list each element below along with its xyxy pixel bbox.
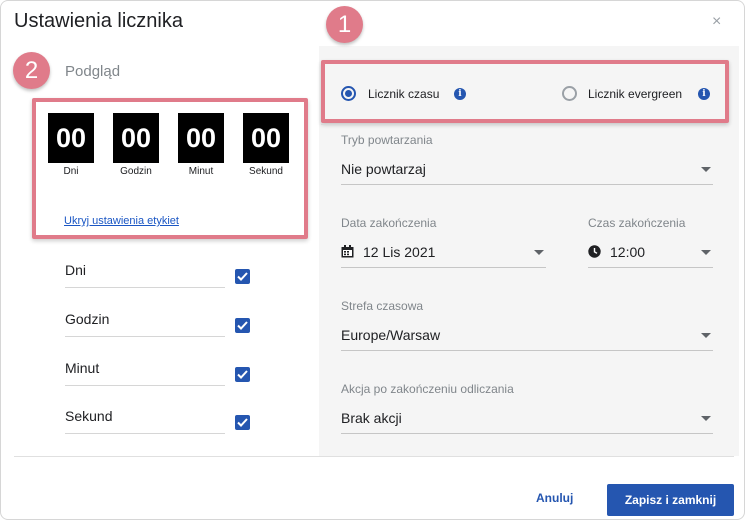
end-date-select[interactable]: 12 Lis 2021 (341, 240, 546, 268)
end-time-label: Czas zakończenia (588, 216, 686, 230)
seconds-digits: 00 (243, 113, 289, 163)
seconds-unit-label: Sekund (249, 166, 283, 177)
time-counter-radio[interactable] (341, 86, 356, 101)
end-date-value: 12 Lis 2021 (363, 244, 436, 260)
days-label-checkbox[interactable] (235, 269, 250, 284)
clock-icon (588, 245, 601, 258)
minutes-label-checkbox[interactable] (235, 367, 250, 382)
repeat-mode-select[interactable]: Nie powtarzaj (341, 157, 713, 185)
check-icon (237, 321, 248, 330)
callout-badge-2: 2 (13, 52, 50, 89)
after-action-label: Akcja po zakończeniu odliczania (341, 382, 514, 396)
hours-label-checkbox[interactable] (235, 318, 250, 333)
days-digits: 00 (48, 113, 94, 163)
end-date-label: Data zakończenia (341, 216, 437, 230)
time-counter-info-icon[interactable]: i (454, 88, 466, 100)
chevron-down-icon (701, 250, 711, 255)
after-action-value: Brak akcji (341, 410, 402, 426)
cancel-button[interactable]: Anuluj (536, 491, 573, 505)
timezone-label: Strefa czasowa (341, 299, 424, 313)
chevron-down-icon (534, 250, 544, 255)
repeat-mode-label: Tryb powtarzania (341, 133, 433, 147)
hide-label-settings-link[interactable]: Ukryj ustawienia etykiet (64, 215, 179, 227)
repeat-mode-value: Nie powtarzaj (341, 161, 426, 177)
evergreen-counter-info-icon[interactable]: i (698, 88, 710, 100)
label-field-seconds[interactable]: Sekund (65, 408, 225, 434)
days-unit-label: Dni (63, 166, 79, 177)
save-and-close-button[interactable]: Zapisz i zamknij (607, 484, 734, 516)
calendar-icon (341, 245, 354, 258)
end-time-value: 12:00 (610, 244, 646, 260)
evergreen-counter-radio[interactable] (562, 86, 577, 101)
chevron-down-icon (701, 416, 711, 421)
check-icon (237, 272, 248, 281)
time-counter-label[interactable]: Licznik czasu (368, 87, 439, 101)
end-time-select[interactable]: 12:00 (588, 240, 713, 268)
counter-settings-dialog: Ustawienia licznika × 2 Podgląd 00 00 00… (0, 0, 745, 520)
hours-unit-label: Godzin (120, 166, 152, 177)
seconds-label-checkbox[interactable] (235, 415, 250, 430)
check-icon (237, 370, 248, 379)
label-field-minutes[interactable]: Minut (65, 360, 225, 386)
callout-badge-1: 1 (326, 6, 363, 43)
timezone-select[interactable]: Europe/Warsaw (341, 323, 713, 351)
chevron-down-icon (701, 167, 711, 172)
chevron-down-icon (701, 333, 711, 338)
label-field-days[interactable]: Dni (65, 262, 225, 288)
evergreen-counter-label[interactable]: Licznik evergreen (588, 87, 682, 101)
close-icon[interactable]: × (712, 13, 721, 31)
timezone-value: Europe/Warsaw (341, 327, 441, 343)
preview-label: Podgląd (65, 63, 121, 80)
footer-divider (14, 456, 734, 457)
section-divider (321, 124, 726, 125)
check-icon (237, 418, 248, 427)
after-action-select[interactable]: Brak akcji (341, 406, 713, 434)
minutes-unit-label: Minut (188, 166, 214, 177)
hours-digits: 00 (113, 113, 159, 163)
label-field-hours[interactable]: Godzin (65, 311, 225, 337)
minutes-digits: 00 (178, 113, 224, 163)
dialog-title: Ustawienia licznika (14, 10, 183, 32)
